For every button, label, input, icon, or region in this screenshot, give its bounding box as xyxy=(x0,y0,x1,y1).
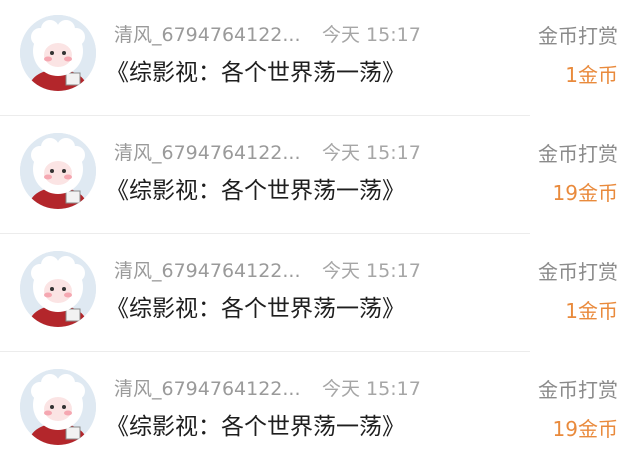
divider xyxy=(0,351,530,352)
username[interactable]: 清风_6794764122... xyxy=(114,20,301,47)
avatar[interactable] xyxy=(20,251,96,327)
tip-action-label: 金币打赏 xyxy=(538,378,618,402)
username[interactable]: 清风_6794764122... xyxy=(114,374,301,401)
list-item[interactable]: 清风_6794764122... 今天 15:17 《综影视：各个世界荡一荡》 … xyxy=(0,118,640,236)
divider xyxy=(0,115,530,116)
list-item[interactable]: 清风_6794764122... 今天 15:17 《综影视：各个世界荡一荡》 … xyxy=(0,354,640,471)
timestamp: 今天 15:17 xyxy=(322,260,421,282)
book-title[interactable]: 《综影视：各个世界荡一荡》 xyxy=(106,53,405,87)
book-title[interactable]: 《综影视：各个世界荡一荡》 xyxy=(106,289,405,323)
coin-amount: 1金币 xyxy=(565,63,618,87)
avatar[interactable] xyxy=(20,133,96,209)
sheep-avatar-icon xyxy=(20,369,96,445)
tip-action-label: 金币打赏 xyxy=(538,260,618,284)
coin-tip-list: 清风_6794764122... 今天 15:17 《综影视：各个世界荡一荡》 … xyxy=(0,0,640,471)
coin-amount: 19金币 xyxy=(552,181,618,205)
book-title[interactable]: 《综影视：各个世界荡一荡》 xyxy=(106,407,405,441)
timestamp: 今天 15:17 xyxy=(322,24,421,46)
coin-amount: 19金币 xyxy=(552,417,618,441)
book-title[interactable]: 《综影视：各个世界荡一荡》 xyxy=(106,171,405,205)
avatar[interactable] xyxy=(20,369,96,445)
sheep-avatar-icon xyxy=(20,133,96,209)
sheep-avatar-icon xyxy=(20,251,96,327)
list-item[interactable]: 清风_6794764122... 今天 15:17 《综影视：各个世界荡一荡》 … xyxy=(0,236,640,354)
tip-action-label: 金币打赏 xyxy=(538,142,618,166)
coin-amount: 1金币 xyxy=(565,299,618,323)
username[interactable]: 清风_6794764122... xyxy=(114,256,301,283)
avatar[interactable] xyxy=(20,15,96,91)
tip-action-label: 金币打赏 xyxy=(538,24,618,48)
timestamp: 今天 15:17 xyxy=(322,378,421,400)
username[interactable]: 清风_6794764122... xyxy=(114,138,301,165)
sheep-avatar-icon xyxy=(20,15,96,91)
list-item[interactable]: 清风_6794764122... 今天 15:17 《综影视：各个世界荡一荡》 … xyxy=(0,0,640,118)
divider xyxy=(0,233,530,234)
timestamp: 今天 15:17 xyxy=(322,142,421,164)
